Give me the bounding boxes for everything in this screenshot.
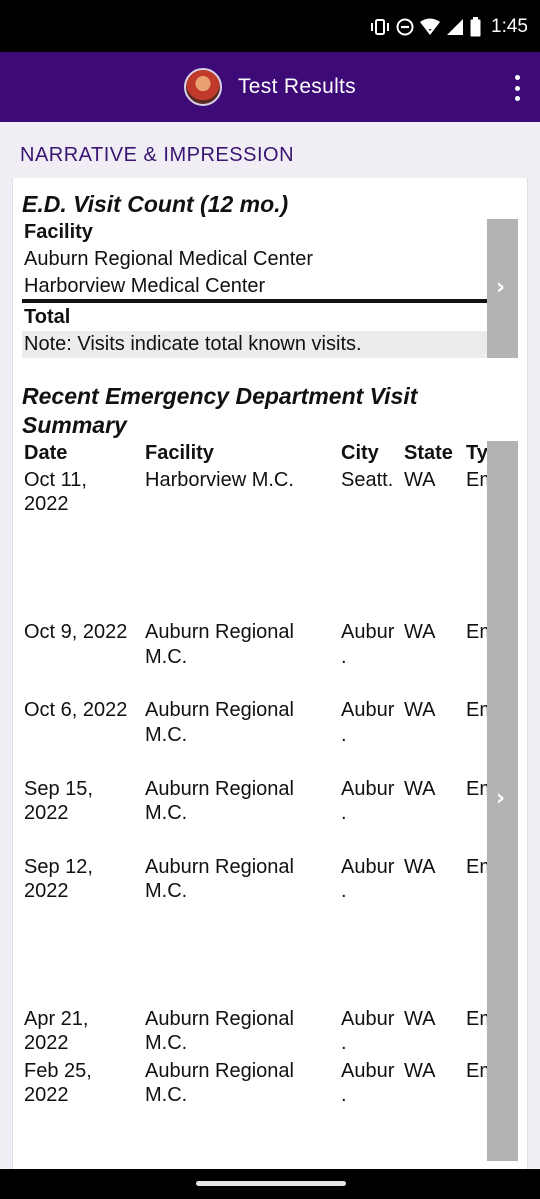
visit-city: Aubur bbox=[341, 699, 395, 721]
home-gesture-handle[interactable] bbox=[196, 1181, 346, 1186]
chevron-right-icon[interactable]: › bbox=[496, 275, 505, 300]
visit-facility: Auburn Regional bbox=[145, 1060, 294, 1082]
cell-signal-icon bbox=[446, 18, 464, 36]
recent-visits-title-line: Recent Emergency Department Visit bbox=[22, 383, 418, 409]
total-label: Total bbox=[24, 306, 71, 328]
chevron-right-icon[interactable]: › bbox=[496, 786, 505, 811]
facility-header: Facility bbox=[24, 221, 93, 243]
page-title: Test Results bbox=[238, 75, 356, 98]
visit-city: . bbox=[341, 646, 347, 668]
visit-facility: M.C. bbox=[145, 1084, 188, 1106]
visit-date: Oct 11, bbox=[24, 469, 87, 491]
visit-state: WA bbox=[404, 699, 436, 721]
section-header: NARRATIVE & IMPRESSION bbox=[20, 144, 295, 166]
visit-facility: M.C. bbox=[145, 646, 188, 668]
facility-item: Harborview Medical Center bbox=[24, 275, 266, 297]
visit-date: 2022 bbox=[24, 1032, 69, 1054]
visit-facility: Auburn Regional bbox=[145, 621, 294, 643]
visit-facility: M.C. bbox=[145, 1032, 188, 1054]
visit-facility: Auburn Regional bbox=[145, 856, 294, 878]
visit-state: WA bbox=[404, 1060, 436, 1082]
visit-state: WA bbox=[404, 469, 436, 491]
status-bar: 1:45 bbox=[0, 0, 540, 52]
visit-facility: Auburn Regional bbox=[145, 699, 294, 721]
visit-city: Aubur bbox=[341, 1060, 395, 1082]
visit-city: . bbox=[341, 802, 347, 824]
total-divider bbox=[22, 299, 518, 303]
visit-state: WA bbox=[404, 856, 436, 878]
visit-city: Seatt. bbox=[341, 469, 394, 491]
visit-facility: M.C. bbox=[145, 880, 188, 902]
column-header-city: City bbox=[341, 442, 379, 464]
visit-date: 2022 bbox=[24, 493, 69, 515]
recent-visits-title-line: Summary bbox=[22, 412, 127, 438]
ed-visit-count-title: E.D. Visit Count (12 mo.) bbox=[22, 191, 289, 217]
visit-date: Feb 25, bbox=[24, 1060, 92, 1082]
status-icons: 1:45 bbox=[370, 14, 528, 40]
recent-visits-title: Recent Emergency Department Visit Summar… bbox=[22, 382, 462, 440]
visit-date: 2022 bbox=[24, 880, 69, 902]
visit-facility: Harborview M.C. bbox=[145, 469, 294, 491]
visit-facility: Auburn Regional bbox=[145, 1008, 294, 1030]
column-header-facility: Facility bbox=[145, 442, 214, 464]
wifi-icon bbox=[420, 18, 441, 36]
battery-icon bbox=[470, 17, 481, 37]
visit-city: . bbox=[341, 880, 347, 902]
vibrate-icon bbox=[370, 18, 390, 36]
visit-date: Sep 15, bbox=[24, 778, 93, 800]
visit-date: 2022 bbox=[24, 1084, 69, 1106]
visit-state: WA bbox=[404, 778, 436, 800]
visit-city: Aubur bbox=[341, 621, 395, 643]
visit-date: 2022 bbox=[24, 802, 69, 824]
column-header-state: State bbox=[404, 442, 453, 464]
avatar[interactable] bbox=[184, 68, 222, 106]
visit-city: Aubur bbox=[341, 856, 395, 878]
visit-city: . bbox=[341, 724, 347, 746]
visit-city: Aubur bbox=[341, 1008, 395, 1030]
more-vert-icon[interactable] bbox=[512, 75, 522, 101]
visit-state: WA bbox=[404, 621, 436, 643]
visit-date: Sep 12, bbox=[24, 856, 93, 878]
visit-city: Aubur bbox=[341, 778, 395, 800]
visit-state: WA bbox=[404, 1008, 436, 1030]
visit-city: . bbox=[341, 1084, 347, 1106]
note-text: Note: Visits indicate total known visits… bbox=[24, 333, 362, 355]
visit-facility: M.C. bbox=[145, 724, 188, 746]
column-header-date: Date bbox=[24, 442, 68, 464]
facility-item: Auburn Regional Medical Center bbox=[24, 248, 314, 270]
visit-date: Oct 6, 2022 bbox=[24, 699, 128, 721]
visit-city: . bbox=[341, 1032, 347, 1054]
app-bar: Test Results bbox=[0, 52, 540, 122]
visit-date: Oct 9, 2022 bbox=[24, 621, 128, 643]
app-title-group: Test Results bbox=[184, 67, 356, 107]
do-not-disturb-icon bbox=[396, 18, 414, 36]
visit-facility: Auburn Regional bbox=[145, 778, 294, 800]
status-time: 1:45 bbox=[491, 16, 528, 37]
visit-date: Apr 21, bbox=[24, 1008, 89, 1030]
visit-facility: M.C. bbox=[145, 802, 188, 824]
